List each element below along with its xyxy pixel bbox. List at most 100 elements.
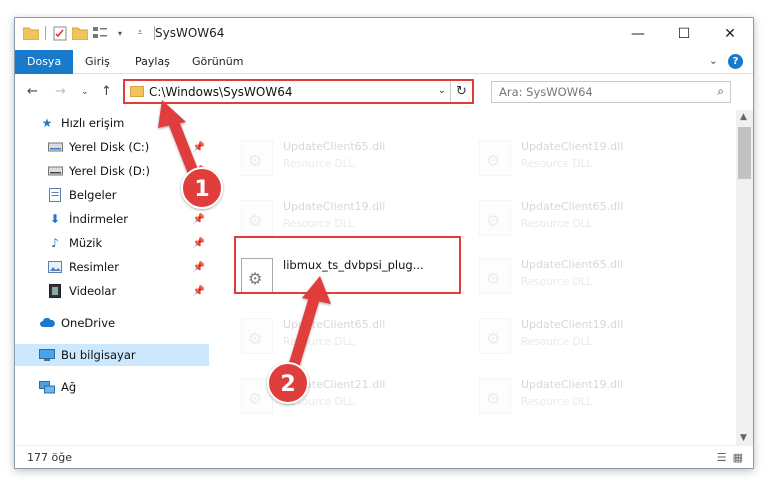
file-item[interactable]: ⚙ UpdateClient65.dll Resource DLL [473,194,703,242]
pin-icon[interactable]: 📌 [193,238,205,249]
vertical-scrollbar[interactable]: ▲ ▼ [736,110,753,445]
dll-file-icon: ⚙ [241,378,273,414]
file-name: UpdateClient65.dll [521,258,624,271]
drive-icon [47,140,63,154]
large-icons-view-icon[interactable]: ▦ [733,451,743,464]
file-type: Resource DLL [521,276,593,288]
search-placeholder: Ara: SysWOW64 [499,85,593,99]
back-arrow-icon[interactable]: ← [27,84,38,99]
sidebar-item-label: Yerel Disk (C:) [69,140,150,154]
sidebar-item-videos[interactable]: Videolar 📌 [15,280,209,302]
maximize-icon[interactable]: ☐ [661,18,707,50]
file-item[interactable]: ⚙ UpdateClient65.dll Resource DLL [235,312,465,360]
file-item[interactable]: ⚙ UpdateClient19.dll Resource DLL [473,312,703,360]
title-bar: ▾ ⩡ SysWOW64 — ☐ ✕ [15,18,753,50]
help-icon[interactable]: ? [728,54,743,69]
sidebar-item-quick-access[interactable]: ★ Hızlı erişim [15,112,209,134]
sidebar-item-local-disk-c[interactable]: Yerel Disk (C:) 📌 [15,136,209,158]
dll-file-icon: ⚙ [479,140,511,176]
expand-ribbon-icon[interactable]: ⌄ [709,54,718,69]
sidebar-item-music[interactable]: ♪ Müzik 📌 [15,232,209,254]
pin-icon[interactable]: 📌 [193,190,205,201]
tab-share[interactable]: Paylaş [123,50,182,74]
customize-toolbar-icon[interactable]: ⩡ [132,25,148,41]
music-icon: ♪ [51,236,59,250]
dll-file-icon: ⚙ [479,378,511,414]
scroll-down-icon[interactable]: ▼ [740,433,747,443]
tab-view[interactable]: Görünüm [180,50,255,74]
pin-icon[interactable]: 📌 [193,262,205,273]
sidebar-item-label: OneDrive [61,316,116,330]
pictures-icon [47,260,63,274]
address-path[interactable]: C:\Windows\SysWOW64 [149,85,293,99]
computer-icon [39,348,55,362]
file-item[interactable]: ⚙ UpdateClient21.dll Resource DLL [235,372,465,420]
file-item[interactable]: ⚙ UpdateClient19.dll Resource DLL [473,134,703,182]
file-item[interactable]: ⚙ UpdateClient19.dll Resource DLL [473,372,703,420]
refresh-icon[interactable]: ↻ [450,81,472,102]
sidebar-item-label: Bu bilgisayar [61,348,136,362]
folder-icon [23,25,39,41]
scroll-thumb[interactable] [738,127,751,179]
minimize-icon[interactable]: — [615,18,661,50]
address-bar[interactable]: C:\Windows\SysWOW64 ⌄ ↻ [123,79,474,104]
sidebar-item-documents[interactable]: Belgeler 📌 [15,184,209,206]
cloud-icon [39,316,55,330]
close-icon[interactable]: ✕ [707,18,753,50]
chevron-down-icon[interactable]: ⌄ [438,85,446,96]
up-arrow-icon[interactable]: ↑ [101,84,112,99]
pin-icon[interactable]: 📌 [193,142,205,153]
drive-icon [47,164,63,178]
file-name: UpdateClient19.dll [521,378,624,391]
view-switcher: ☰ ▦ [717,451,743,464]
file-item[interactable]: ⚙ UpdateClient65.dll Resource DLL [473,252,703,300]
sidebar-item-downloads[interactable]: ⬇ İndirmeler 📌 [15,208,209,230]
tab-file[interactable]: Dosya [15,50,74,74]
dll-file-icon: ⚙ [479,200,511,236]
file-type: Resource DLL [283,218,355,230]
sidebar-item-onedrive[interactable]: OneDrive [15,312,209,334]
dll-file-icon: ⚙ [241,140,273,176]
dll-file-icon: ⚙ [241,200,273,236]
file-type: Resource DLL [521,336,593,348]
file-type: Resource DLL [521,396,593,408]
sidebar-item-label: İndirmeler [69,212,128,226]
pin-icon[interactable]: 📌 [193,286,205,297]
chevron-down-icon[interactable]: ▾ [112,25,128,41]
sidebar-item-this-pc[interactable]: Bu bilgisayar [15,344,209,366]
sidebar-item-label: Yerel Disk (D:) [69,164,151,178]
properties-icon[interactable] [52,25,68,41]
sidebar-item-label: Müzik [69,236,103,250]
search-input[interactable]: Ara: SysWOW64 ⌕ [491,81,731,103]
recent-locations-icon[interactable]: ⌄ [81,87,89,97]
pin-icon[interactable]: 📌 [193,214,205,225]
ribbon-tabs: Dosya Giriş Paylaş Görünüm ⌄ ? [15,50,753,74]
folder-icon [130,86,144,97]
window-controls: — ☐ ✕ [615,18,753,50]
network-icon [39,380,55,394]
toolbar-separator [45,26,46,40]
tab-home[interactable]: Giriş [73,50,122,74]
search-icon[interactable]: ⌕ [717,84,724,99]
sidebar-item-label: Resimler [69,260,119,274]
ribbon-right-controls: ⌄ ? [709,54,743,69]
file-name: UpdateClient65.dll [283,140,386,153]
forward-arrow-icon[interactable]: → [55,84,66,99]
status-bar: 177 öğe ☰ ▦ [15,445,753,468]
details-view-icon[interactable]: ☰ [717,451,727,464]
scroll-up-icon[interactable]: ▲ [740,112,747,122]
sidebar-item-network[interactable]: Ağ [15,376,209,398]
pin-icon[interactable]: 📌 [193,166,205,177]
file-type: Resource DLL [521,218,593,230]
dll-file-icon: ⚙ [241,318,273,354]
file-item[interactable]: ⚙ UpdateClient65.dll Resource DLL [235,134,465,182]
file-type: Resource DLL [283,336,355,348]
file-highlight-box [234,236,461,294]
new-folder-icon[interactable] [72,25,88,41]
view-options-icon[interactable] [92,25,108,41]
download-icon: ⬇ [49,212,61,226]
sidebar-item-local-disk-d[interactable]: Yerel Disk (D:) 📌 [15,160,209,182]
sidebar-item-pictures[interactable]: Resimler 📌 [15,256,209,278]
file-item[interactable]: ⚙ UpdateClient19.dll Resource DLL [235,194,465,242]
dll-file-icon: ⚙ [479,258,511,294]
